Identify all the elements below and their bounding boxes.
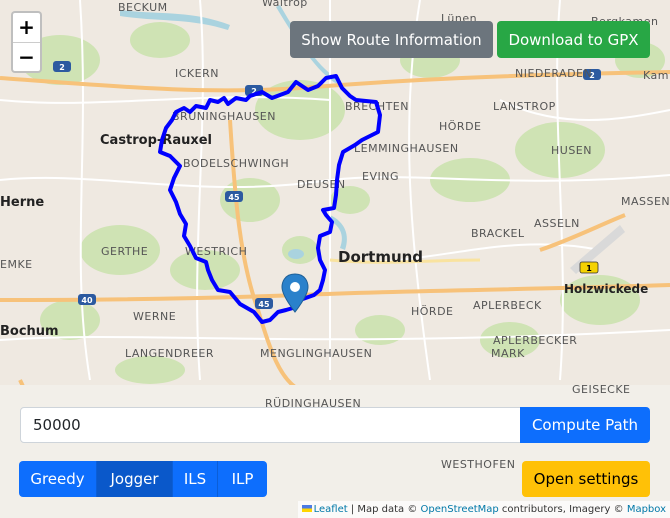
svg-text:HÖRDE: HÖRDE xyxy=(439,120,482,133)
attribution-map-data: | Map data © xyxy=(347,504,421,515)
svg-text:BECKUM: BECKUM xyxy=(118,1,168,14)
zoom-control: + − xyxy=(11,11,42,73)
svg-text:Holzwickede: Holzwickede xyxy=(564,282,648,296)
svg-text:WERNE: WERNE xyxy=(133,310,176,323)
svg-text:Herne: Herne xyxy=(0,195,44,210)
download-gpx-button[interactable]: Download to GPX xyxy=(497,21,650,58)
svg-text:EMKE: EMKE xyxy=(0,258,33,271)
city-label-dortmund: Dortmund xyxy=(338,248,423,266)
svg-text:40: 40 xyxy=(81,296,93,305)
svg-text:HÖRDE: HÖRDE xyxy=(411,305,454,318)
distance-input[interactable] xyxy=(20,407,522,443)
svg-text:APLERBECKER: APLERBECKER xyxy=(493,334,577,347)
svg-text:WESTHOFEN: WESTHOFEN xyxy=(441,458,515,471)
svg-text:BRACKEL: BRACKEL xyxy=(471,227,525,240)
openstreetmap-link[interactable]: OpenStreetMap xyxy=(421,504,499,515)
svg-text:LEMMINGHAUSEN: LEMMINGHAUSEN xyxy=(354,142,459,155)
algorithm-ils-button[interactable]: ILS xyxy=(173,461,218,497)
svg-text:LANGENDREER: LANGENDREER xyxy=(125,347,214,360)
attribution-contributors: contributors, Imagery © xyxy=(498,504,627,515)
svg-text:NIEDERADEN: NIEDERADEN xyxy=(515,67,592,80)
algorithm-jogger-button[interactable]: Jogger xyxy=(97,461,173,497)
svg-text:HUSEN: HUSEN xyxy=(551,144,592,157)
mapbox-link[interactable]: Mapbox xyxy=(627,504,666,515)
svg-text:Bochum: Bochum xyxy=(0,324,59,339)
svg-text:GEISECKE: GEISECKE xyxy=(572,383,631,396)
svg-text:GERTHE: GERTHE xyxy=(101,245,148,258)
algorithm-greedy-button[interactable]: Greedy xyxy=(19,461,97,497)
svg-text:ASSELN: ASSELN xyxy=(534,217,580,230)
open-settings-button[interactable]: Open settings xyxy=(522,461,650,497)
compute-path-button[interactable]: Compute Path xyxy=(520,407,650,443)
svg-text:MENGLINGHAUSEN: MENGLINGHAUSEN xyxy=(260,347,372,360)
svg-text:LANSTROP: LANSTROP xyxy=(493,100,556,113)
algorithm-button-group: Greedy Jogger ILS ILP xyxy=(19,461,267,497)
map-attribution: Leaflet | Map data © OpenStreetMap contr… xyxy=(297,501,670,518)
zoom-out-button[interactable]: − xyxy=(13,43,40,72)
svg-text:APLERBECK: APLERBECK xyxy=(473,299,542,312)
svg-text:MARK: MARK xyxy=(491,347,525,360)
svg-text:BODELSCHWINGH: BODELSCHWINGH xyxy=(183,157,289,170)
svg-text:Kam: Kam xyxy=(643,69,669,82)
svg-text:45: 45 xyxy=(228,193,240,202)
show-route-information-button[interactable]: Show Route Information xyxy=(290,21,493,58)
leaflet-flag-icon xyxy=(301,505,312,512)
svg-text:MASSEN: MASSEN xyxy=(621,195,670,208)
svg-text:Castrop-Rauxel: Castrop-Rauxel xyxy=(100,133,212,148)
svg-text:ICKERN: ICKERN xyxy=(175,67,219,80)
zoom-in-button[interactable]: + xyxy=(13,13,40,43)
svg-text:2: 2 xyxy=(59,63,65,72)
svg-text:1: 1 xyxy=(586,264,592,273)
svg-text:Waltrop: Waltrop xyxy=(262,0,308,9)
algorithm-ilp-button[interactable]: ILP xyxy=(218,461,267,497)
leaflet-link[interactable]: Leaflet xyxy=(314,504,348,515)
svg-text:EVING: EVING xyxy=(362,170,399,183)
svg-text:45: 45 xyxy=(258,300,270,309)
